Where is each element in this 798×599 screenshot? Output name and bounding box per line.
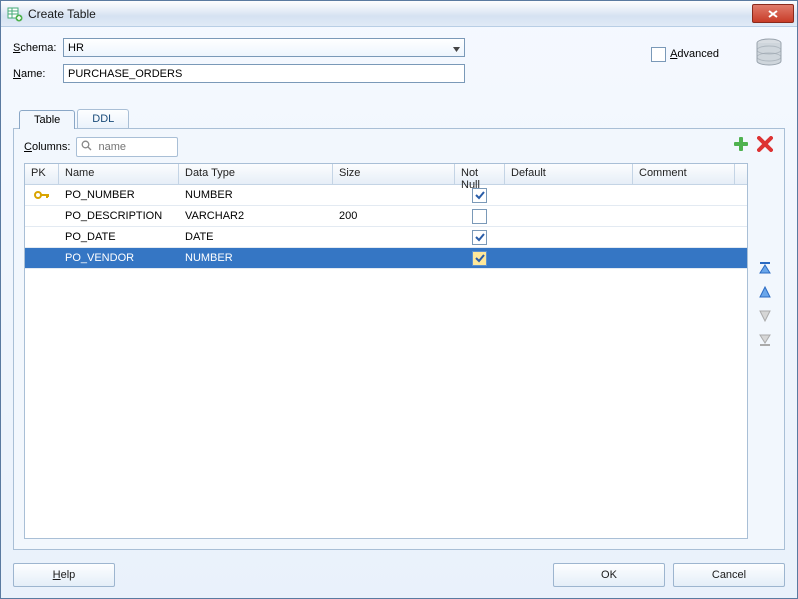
cell-type[interactable]: DATE bbox=[179, 227, 333, 247]
schema-value: HR bbox=[68, 42, 84, 54]
move-up-button[interactable] bbox=[756, 283, 774, 301]
cell-comment[interactable] bbox=[633, 185, 735, 205]
name-input[interactable]: PURCHASE_ORDERS bbox=[63, 64, 465, 83]
cell-notnull[interactable] bbox=[455, 248, 505, 268]
title-bar: Create Table bbox=[1, 1, 797, 27]
th-comment[interactable]: Comment bbox=[633, 164, 735, 184]
table-header: PK Name Data Type Size Not Null Default … bbox=[25, 164, 747, 185]
th-type[interactable]: Data Type bbox=[179, 164, 333, 184]
chevron-down-icon bbox=[452, 44, 461, 56]
cell-notnull[interactable] bbox=[455, 185, 505, 205]
tab-table[interactable]: Table bbox=[19, 110, 75, 129]
cell-default[interactable] bbox=[505, 227, 633, 247]
columns-table: PK Name Data Type Size Not Null Default … bbox=[24, 163, 748, 539]
notnull-checkbox[interactable] bbox=[472, 188, 487, 203]
schema-label: Schema: bbox=[13, 42, 63, 54]
cell-type[interactable]: NUMBER bbox=[179, 248, 333, 268]
cell-pk[interactable] bbox=[25, 227, 59, 247]
search-icon bbox=[81, 140, 92, 154]
table-row[interactable]: PO_NUMBERNUMBER bbox=[25, 185, 747, 206]
notnull-checkbox[interactable] bbox=[472, 230, 487, 245]
move-top-button[interactable] bbox=[756, 259, 774, 277]
move-down-button[interactable] bbox=[756, 307, 774, 325]
close-button[interactable] bbox=[752, 4, 794, 23]
cell-pk[interactable] bbox=[25, 185, 59, 205]
cancel-button[interactable]: Cancel bbox=[673, 563, 785, 587]
th-name[interactable]: Name bbox=[59, 164, 179, 184]
table-row[interactable]: PO_DESCRIPTIONVARCHAR2200 bbox=[25, 206, 747, 227]
th-default[interactable]: Default bbox=[505, 164, 633, 184]
name-value: PURCHASE_ORDERS bbox=[68, 68, 182, 80]
cell-name[interactable]: PO_NUMBER bbox=[59, 185, 179, 205]
cell-notnull[interactable] bbox=[455, 206, 505, 226]
tab-panel-table: Columns: PK Name Data Type Size bbox=[13, 128, 785, 550]
columns-search-input[interactable] bbox=[96, 140, 160, 154]
tab-ddl[interactable]: DDL bbox=[77, 109, 129, 128]
cell-name[interactable]: PO_VENDOR bbox=[59, 248, 179, 268]
move-bottom-button[interactable] bbox=[756, 331, 774, 349]
th-pk[interactable]: PK bbox=[25, 164, 59, 184]
cell-comment[interactable] bbox=[633, 227, 735, 247]
cell-size[interactable] bbox=[333, 227, 455, 247]
advanced-label: Advanced bbox=[670, 48, 719, 60]
cell-comment[interactable] bbox=[633, 206, 735, 226]
cell-type[interactable]: NUMBER bbox=[179, 185, 333, 205]
cell-pk[interactable] bbox=[25, 248, 59, 268]
cell-default[interactable] bbox=[505, 185, 633, 205]
name-label: Name: bbox=[13, 68, 63, 80]
cell-name[interactable]: PO_DESCRIPTION bbox=[59, 206, 179, 226]
notnull-checkbox[interactable] bbox=[472, 209, 487, 224]
tab-strip: Table DDL bbox=[19, 106, 785, 128]
table-row[interactable]: PO_VENDORNUMBER bbox=[25, 248, 747, 269]
notnull-checkbox[interactable] bbox=[472, 251, 487, 266]
cell-default[interactable] bbox=[505, 248, 633, 268]
th-size[interactable]: Size bbox=[333, 164, 455, 184]
cell-size[interactable]: 200 bbox=[333, 206, 455, 226]
cell-size[interactable] bbox=[333, 185, 455, 205]
cell-comment[interactable] bbox=[633, 248, 735, 268]
table-row[interactable]: PO_DATEDATE bbox=[25, 227, 747, 248]
add-column-button[interactable] bbox=[732, 135, 750, 153]
cell-size[interactable] bbox=[333, 248, 455, 268]
columns-label: Columns: bbox=[24, 141, 70, 153]
create-table-icon bbox=[7, 6, 23, 22]
cell-type[interactable]: VARCHAR2 bbox=[179, 206, 333, 226]
remove-column-button[interactable] bbox=[756, 135, 774, 153]
advanced-toggle[interactable]: Advanced bbox=[651, 47, 719, 62]
help-button[interactable]: HHelpelp bbox=[13, 563, 115, 587]
create-table-dialog: Create Table Schema: HR Name: PURCHASE_O… bbox=[0, 0, 798, 599]
columns-search[interactable] bbox=[76, 137, 178, 157]
database-icon bbox=[755, 38, 783, 70]
cell-pk[interactable] bbox=[25, 206, 59, 226]
advanced-checkbox[interactable] bbox=[651, 47, 666, 62]
window-title: Create Table bbox=[28, 7, 752, 21]
cell-default[interactable] bbox=[505, 206, 633, 226]
schema-select[interactable]: HR bbox=[63, 38, 465, 57]
th-notnull[interactable]: Not Null bbox=[455, 164, 505, 184]
cell-name[interactable]: PO_DATE bbox=[59, 227, 179, 247]
cell-notnull[interactable] bbox=[455, 227, 505, 247]
ok-button[interactable]: OK bbox=[553, 563, 665, 587]
